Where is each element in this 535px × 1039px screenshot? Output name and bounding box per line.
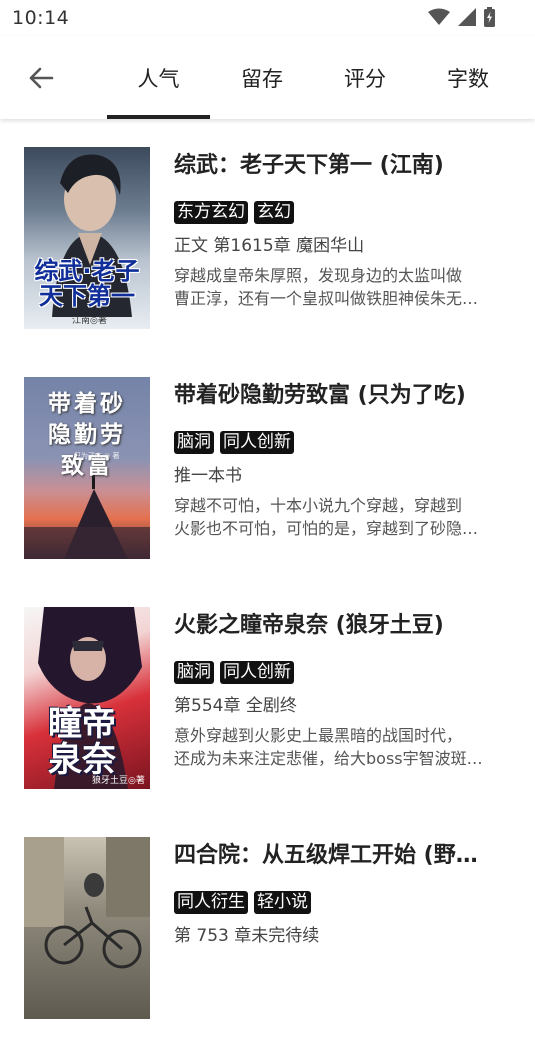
description-line: 意外穿越到火影史上最黑暗的战国时代，: [174, 726, 463, 745]
genre-tag: 同人创新: [220, 431, 294, 454]
genre-tag: 脑洞: [174, 661, 214, 684]
description-line: 穿越不可怕，十本小说九个穿越，穿越到: [174, 496, 463, 515]
description-line: 还成为未来注定悲催，给大boss宇智波斑…: [174, 749, 483, 768]
status-icons: [428, 7, 495, 27]
tab-word-count[interactable]: 字数: [418, 36, 518, 119]
wifi-icon: [428, 8, 450, 25]
tab-label: 评分: [344, 66, 386, 91]
cover-title: 瞳帝泉奈: [48, 704, 116, 780]
book-description: 意外穿越到火影史上最黑暗的战国时代， 还成为未来注定悲催，给大boss宇智波斑…: [174, 724, 510, 770]
tab-popularity[interactable]: 人气: [107, 36, 210, 119]
description-line: 穿越成皇帝朱厚照，发现身边的太监叫做: [174, 266, 463, 285]
cover-author: 只为了吃 ◎ 著: [74, 452, 120, 460]
tag-list: 脑洞 同人创新: [174, 661, 294, 684]
description-line: 曹正淳，还有一个皇叔叫做铁胆神侯朱无…: [174, 289, 479, 308]
tab-label: 字数: [447, 66, 489, 91]
cover-title: 带着砂隐勤劳致富: [48, 391, 126, 480]
tag-list: 东方玄幻 玄幻: [174, 201, 294, 224]
book-cover: [24, 837, 150, 1019]
tab-label: 人气: [137, 66, 180, 91]
cover-author: 狼牙土豆◎著: [92, 776, 145, 786]
genre-tag: 同人创新: [220, 661, 294, 684]
book-item[interactable]: 带着砂隐勤劳致富 只为了吃 ◎ 著 带着砂隐勤劳致富 (只为了吃) 脑洞 同人创…: [0, 349, 535, 579]
description-line: 火影也不可怕，可怕的是，穿越到了砂隐…: [174, 519, 479, 538]
ranking-toolbar: 人气 留存 评分 字数: [0, 36, 535, 119]
latest-chapter: 推一本书: [174, 466, 242, 486]
book-item[interactable]: 四合院：从五级焊工开始 (野… 同人衍生 轻小说 第 753 章未完待续: [0, 809, 535, 1039]
back-arrow-icon: [29, 67, 54, 89]
book-item[interactable]: 综武·老子天下第一 江南◎著 综武：老子天下第一 (江南) 东方玄幻 玄幻 正文…: [0, 119, 535, 349]
cover-title: 综武·老子天下第一: [34, 257, 140, 311]
book-title: 综武：老子天下第一 (江南): [174, 153, 444, 178]
book-title: 带着砂隐勤劳致富 (只为了吃): [174, 383, 466, 408]
genre-tag: 脑洞: [174, 431, 214, 454]
cover-art: [24, 837, 150, 969]
cover-author: 江南◎著: [72, 316, 107, 326]
book-title: 火影之瞳帝泉奈 (狼牙土豆): [174, 613, 444, 638]
genre-tag: 同人衍生: [174, 891, 248, 914]
status-time: 10:14: [12, 7, 70, 29]
status-bar: 10:14: [0, 0, 535, 36]
genre-tag: 玄幻: [254, 201, 294, 224]
tab-retention[interactable]: 留存: [212, 36, 312, 119]
genre-tag: 轻小说: [254, 891, 311, 914]
latest-chapter: 第554章 全剧终: [174, 696, 297, 716]
book-description: 穿越成皇帝朱厚照，发现身边的太监叫做 曹正淳，还有一个皇叔叫做铁胆神侯朱无…: [174, 264, 510, 310]
book-title: 四合院：从五级焊工开始 (野…: [174, 843, 478, 868]
signal-icon: [458, 8, 476, 26]
tag-list: 脑洞 同人创新: [174, 431, 294, 454]
tag-list: 同人衍生 轻小说: [174, 891, 311, 914]
book-cover: 综武·老子天下第一 江南◎著: [24, 147, 150, 329]
genre-tag: 东方玄幻: [174, 201, 248, 224]
back-button[interactable]: [18, 60, 64, 96]
book-item[interactable]: 瞳帝泉奈 狼牙土豆◎著 火影之瞳帝泉奈 (狼牙土豆) 脑洞 同人创新 第554章…: [0, 579, 535, 809]
book-description: 穿越不可怕，十本小说九个穿越，穿越到 火影也不可怕，可怕的是，穿越到了砂隐…: [174, 494, 510, 540]
battery-icon: [484, 7, 495, 27]
book-cover: 瞳帝泉奈 狼牙土豆◎著: [24, 607, 150, 789]
latest-chapter: 第 753 章未完待续: [174, 926, 320, 946]
book-cover: 带着砂隐勤劳致富 只为了吃 ◎ 著: [24, 377, 150, 559]
tab-label: 留存: [241, 66, 283, 91]
latest-chapter: 正文 第1615章 魔困华山: [174, 236, 365, 256]
tab-rating[interactable]: 评分: [315, 36, 415, 119]
